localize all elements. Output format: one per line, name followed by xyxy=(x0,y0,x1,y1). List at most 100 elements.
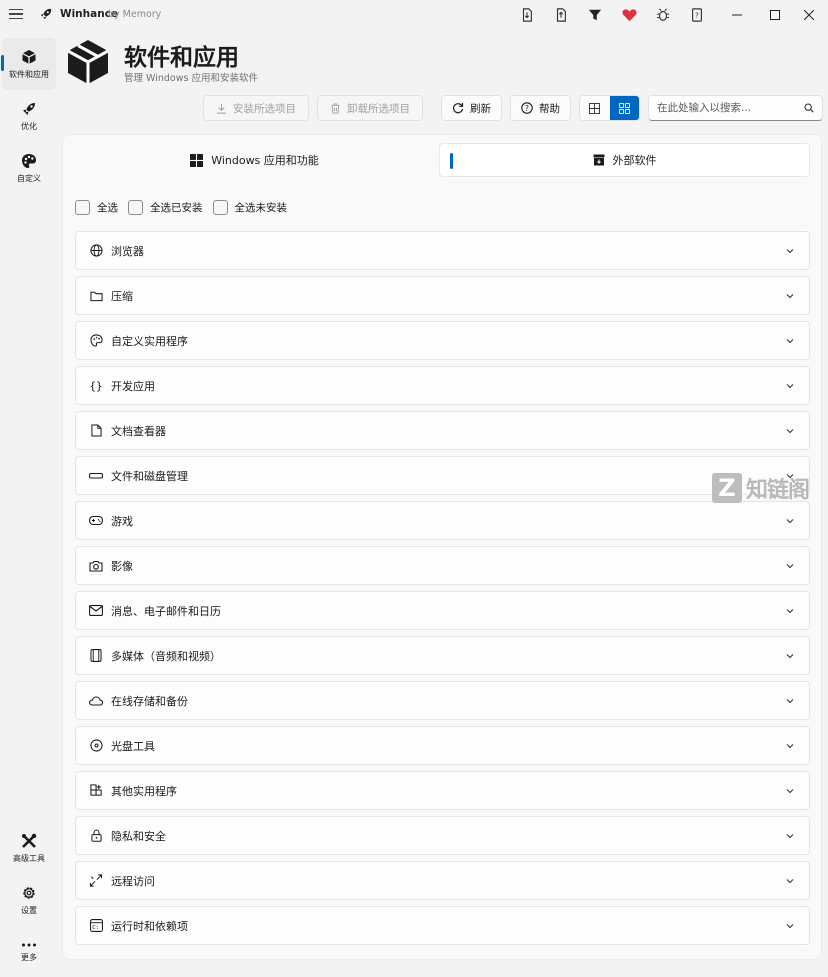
chevron-down-icon xyxy=(786,879,794,884)
category-row-remote-access[interactable]: 远程访问 xyxy=(75,861,810,900)
category-row-customization-utilities[interactable]: 自定义实用程序 xyxy=(75,321,810,360)
question-circle-icon: ? xyxy=(521,102,533,114)
chevron-down-icon xyxy=(786,519,794,524)
download-icon xyxy=(216,103,227,114)
select-not-installed-checkbox[interactable]: 全选未安装 xyxy=(212,200,288,215)
more-icon xyxy=(22,943,36,946)
category-row-messaging-email-calendar[interactable]: 消息、电子邮件和日历 xyxy=(75,591,810,630)
tab-windows-apps[interactable]: Windows 应用和功能 xyxy=(70,143,439,177)
left-nav: 软件和应用 优化 自定义 xyxy=(0,38,58,194)
runtime-icon: C: xyxy=(88,918,104,934)
help-label: 帮助 xyxy=(539,102,560,115)
chevron-down-icon xyxy=(786,609,794,614)
category-row-file-disk-management[interactable]: 文件和磁盘管理 xyxy=(75,456,810,495)
globe-icon xyxy=(88,243,104,259)
card-view-button[interactable] xyxy=(609,96,639,120)
select-installed-checkbox[interactable]: 全选已安装 xyxy=(128,200,203,215)
tab-external-software[interactable]: 外部软件 xyxy=(439,143,810,177)
grid-cards-icon xyxy=(618,102,630,114)
gear-icon xyxy=(23,886,35,899)
category-label: 多媒体（音频和视频） xyxy=(111,649,221,663)
app-subtitle: by Memory xyxy=(108,9,162,20)
chevron-down-icon xyxy=(786,384,794,389)
svg-text:?: ? xyxy=(695,12,699,20)
category-row-games[interactable]: 游戏 xyxy=(75,501,810,540)
category-label: 其他实用程序 xyxy=(111,784,177,798)
left-nav-bottom: 高级工具 设置 更多 xyxy=(0,822,58,977)
trash-icon xyxy=(331,102,340,114)
install-selected-button[interactable]: 安装所选项目 xyxy=(203,95,309,121)
checkbox-box[interactable] xyxy=(212,200,228,215)
refresh-icon xyxy=(452,103,464,114)
category-row-imaging[interactable]: 影像 xyxy=(75,546,810,585)
chevron-down-icon xyxy=(786,294,794,299)
nav-item-more[interactable]: 更多 xyxy=(0,926,58,977)
category-label: 隐私和安全 xyxy=(111,829,166,843)
category-label: 远程访问 xyxy=(111,874,155,888)
category-label: 影像 xyxy=(111,559,133,573)
bug-report-icon[interactable] xyxy=(646,5,680,25)
nav-label: 自定义 xyxy=(17,173,41,183)
category-row-browsers[interactable]: 浏览器 xyxy=(75,231,810,270)
category-label: 压缩 xyxy=(111,289,133,303)
svg-text:{}: {} xyxy=(89,380,102,393)
category-row-multimedia[interactable]: 多媒体（音频和视频） xyxy=(75,636,810,675)
nav-label: 设置 xyxy=(21,905,37,915)
category-row-compression[interactable]: 压缩 xyxy=(75,276,810,315)
nav-item-optimize[interactable]: 优化 xyxy=(0,90,58,142)
category-label: 游戏 xyxy=(111,514,133,528)
watermark-logo: Z xyxy=(712,473,742,503)
gamepad-icon xyxy=(88,513,104,529)
chevron-down-icon xyxy=(786,249,794,254)
category-list: 浏览器 压缩 自定义实用程序 {} 开发应用 文档查看器 文件和磁盘管理 游戏 … xyxy=(75,231,810,951)
app-rocket-icon xyxy=(40,8,52,20)
watermark-text: 知链阁 xyxy=(746,478,810,503)
nav-label: 高级工具 xyxy=(13,853,45,863)
import-config-icon[interactable] xyxy=(510,5,544,25)
list-view-button[interactable] xyxy=(580,96,610,120)
chevron-down-icon xyxy=(786,339,794,344)
chevron-down-icon xyxy=(786,699,794,704)
category-label: 文件和磁盘管理 xyxy=(111,469,188,483)
search-icon[interactable] xyxy=(796,103,822,113)
category-row-other-utilities[interactable]: 其他实用程序 xyxy=(75,771,810,810)
donate-heart-icon[interactable] xyxy=(612,5,646,25)
category-row-optical-disc-tools[interactable]: 光盘工具 xyxy=(75,726,810,765)
export-config-icon[interactable] xyxy=(544,5,578,25)
category-row-development-apps[interactable]: {} 开发应用 xyxy=(75,366,810,405)
archive-box-icon xyxy=(593,154,604,166)
title-bar: Winhance by Memory ? xyxy=(0,0,828,30)
category-row-runtimes-dependencies[interactable]: C: 运行时和依赖项 xyxy=(75,906,810,945)
checkbox-box[interactable] xyxy=(75,200,90,215)
nav-item-software-apps[interactable]: 软件和应用 xyxy=(1,38,56,90)
help-button[interactable]: ? 帮助 xyxy=(510,95,571,121)
category-label: 光盘工具 xyxy=(111,739,155,753)
document-icon xyxy=(88,423,104,439)
select-all-checkbox[interactable]: 全选 xyxy=(75,200,118,215)
hamburger-menu-icon[interactable] xyxy=(9,7,23,21)
cloud-icon xyxy=(88,693,104,709)
category-label: 消息、电子邮件和日历 xyxy=(111,604,221,618)
filter-icon[interactable] xyxy=(578,5,612,25)
search-input[interactable] xyxy=(657,102,796,114)
close-button[interactable] xyxy=(790,0,828,30)
nav-item-customize[interactable]: 自定义 xyxy=(0,142,58,194)
checkbox-box[interactable] xyxy=(128,200,143,215)
tools-icon xyxy=(22,833,37,848)
uninstall-selected-label: 卸载所选项目 xyxy=(347,102,410,115)
checkbox-label: 全选未安装 xyxy=(234,202,288,214)
palette-icon xyxy=(88,333,104,349)
help-book-icon[interactable]: ? xyxy=(680,5,714,25)
refresh-button[interactable]: 刷新 xyxy=(441,95,502,121)
nav-item-settings[interactable]: 设置 xyxy=(0,874,58,926)
watermark: Z 知链阁 xyxy=(712,472,810,504)
nav-item-advanced-tools[interactable]: 高级工具 xyxy=(0,822,58,874)
mail-icon xyxy=(88,603,104,619)
category-row-privacy-security[interactable]: 隐私和安全 xyxy=(75,816,810,855)
remote-icon xyxy=(88,873,104,889)
lock-icon xyxy=(88,828,104,844)
uninstall-selected-button[interactable]: 卸载所选项目 xyxy=(317,95,423,121)
category-row-document-viewers[interactable]: 文档查看器 xyxy=(75,411,810,450)
category-row-online-storage-backup[interactable]: 在线存储和备份 xyxy=(75,681,810,720)
category-label: 运行时和依赖项 xyxy=(111,919,188,933)
